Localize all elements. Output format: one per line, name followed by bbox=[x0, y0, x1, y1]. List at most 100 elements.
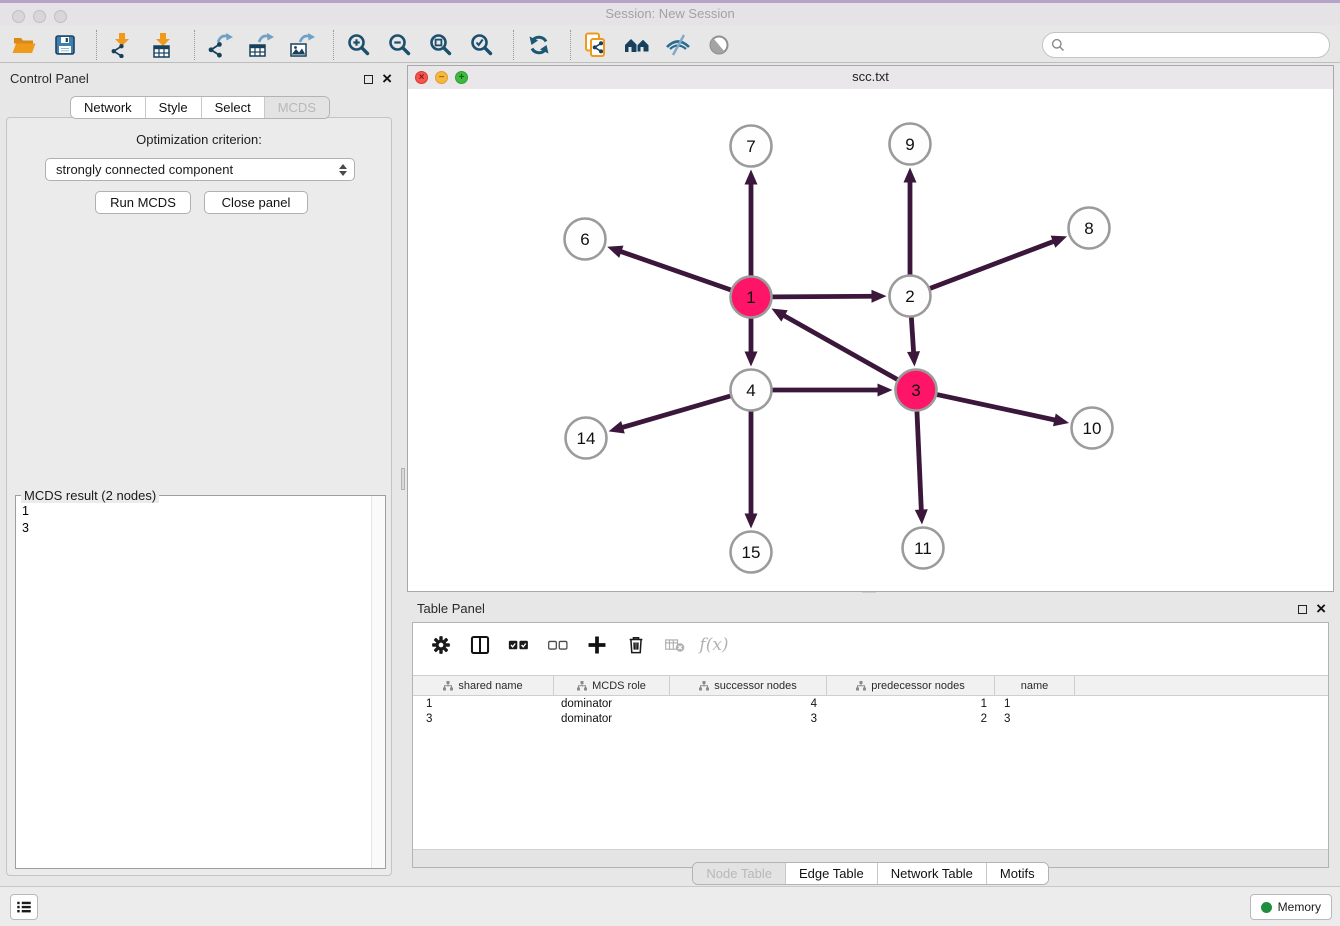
node-table: shared name MCDS role successor nodes pr… bbox=[413, 675, 1328, 727]
export-table-icon[interactable] bbox=[247, 31, 275, 59]
unselect-all-icon[interactable] bbox=[546, 633, 570, 657]
network-minimize-button[interactable]: − bbox=[435, 71, 448, 84]
cell-mcds-role[interactable]: dominator bbox=[554, 712, 670, 728]
memory-button[interactable]: Memory bbox=[1250, 894, 1332, 920]
cell-shared-name[interactable]: 3 bbox=[413, 712, 554, 728]
task-history-button[interactable] bbox=[10, 894, 38, 920]
column-header-successor-nodes[interactable]: successor nodes bbox=[670, 676, 827, 695]
delete-column-trash-icon[interactable] bbox=[624, 633, 648, 657]
import-table-icon[interactable] bbox=[149, 31, 177, 59]
mcds-result-line: 1 bbox=[22, 503, 366, 520]
graph-node-2[interactable]: 2 bbox=[890, 276, 931, 317]
column-header-name[interactable]: name bbox=[995, 676, 1075, 695]
table-panel-body: f(x) shared name MCDS role successor nod… bbox=[412, 622, 1329, 868]
vertical-splitter[interactable] bbox=[400, 65, 406, 886]
svg-text:6: 6 bbox=[580, 230, 589, 249]
cell-predecessor-nodes[interactable]: 1 bbox=[827, 696, 995, 712]
graph-edge-3-10[interactable] bbox=[937, 395, 1058, 421]
cell-mcds-role[interactable]: dominator bbox=[554, 696, 670, 712]
tab-edge-table[interactable]: Edge Table bbox=[785, 863, 877, 884]
mcds-result-list[interactable]: 1 3 bbox=[16, 499, 372, 868]
cell-successor-nodes[interactable]: 3 bbox=[670, 712, 827, 728]
graph-node-1[interactable]: 1 bbox=[731, 277, 772, 318]
tab-select[interactable]: Select bbox=[201, 97, 264, 118]
graph-node-6[interactable]: 6 bbox=[565, 219, 606, 260]
tab-node-table[interactable]: Node Table bbox=[693, 863, 785, 884]
graph-node-11[interactable]: 11 bbox=[903, 528, 944, 569]
graph-node-10[interactable]: 10 bbox=[1072, 408, 1113, 449]
graph-node-15[interactable]: 15 bbox=[731, 532, 772, 573]
edge-arrowhead bbox=[878, 384, 893, 397]
run-mcds-button[interactable]: Run MCDS bbox=[95, 191, 191, 214]
function-builder-icon[interactable]: f(x) bbox=[702, 633, 726, 657]
select-all-icon[interactable] bbox=[507, 633, 531, 657]
graph-node-3[interactable]: 3 bbox=[896, 370, 937, 411]
maximize-window-button[interactable] bbox=[54, 10, 67, 23]
network-close-button[interactable]: × bbox=[415, 71, 428, 84]
add-column-icon[interactable] bbox=[585, 633, 609, 657]
graph-node-4[interactable]: 4 bbox=[731, 370, 772, 411]
refresh-icon[interactable] bbox=[525, 31, 553, 59]
zoom-in-icon[interactable] bbox=[345, 31, 373, 59]
edge-arrowhead bbox=[915, 509, 928, 524]
graph-edge-1-2[interactable] bbox=[772, 296, 875, 297]
toolbar-separator bbox=[513, 30, 514, 60]
close-table-panel-icon[interactable]: × bbox=[1316, 603, 1326, 615]
tab-mcds[interactable]: MCDS bbox=[264, 97, 329, 118]
style-details-icon[interactable] bbox=[664, 31, 692, 59]
open-session-icon[interactable] bbox=[10, 31, 38, 59]
column-header-mcds-role[interactable]: MCDS role bbox=[554, 676, 670, 695]
network-maximize-button[interactable]: + bbox=[455, 71, 468, 84]
table-row[interactable]: 1 dominator 4 1 1 bbox=[413, 696, 1328, 712]
column-header-predecessor-nodes[interactable]: predecessor nodes bbox=[827, 676, 995, 695]
result-scrollbar[interactable] bbox=[371, 496, 385, 868]
cell-name[interactable]: 3 bbox=[995, 712, 1075, 728]
graph-edge-4-14[interactable] bbox=[619, 396, 730, 428]
table-options-gear-icon[interactable] bbox=[429, 633, 453, 657]
close-panel-icon[interactable]: × bbox=[382, 73, 392, 85]
save-session-icon[interactable] bbox=[51, 31, 79, 59]
cell-successor-nodes[interactable]: 4 bbox=[670, 696, 827, 712]
import-network-icon[interactable] bbox=[108, 31, 136, 59]
mcds-panel: Optimization criterion: strongly connect… bbox=[6, 117, 392, 876]
cell-predecessor-nodes[interactable]: 2 bbox=[827, 712, 995, 728]
column-header-shared-name[interactable]: shared name bbox=[413, 676, 554, 695]
network-canvas[interactable]: 7 9 6 8 1 2 4 3 14 10 15 11 bbox=[408, 89, 1333, 591]
zoom-selected-icon[interactable] bbox=[468, 31, 496, 59]
export-network-icon[interactable] bbox=[206, 31, 234, 59]
graph-node-9[interactable]: 9 bbox=[890, 124, 931, 165]
graph-edge-2-3[interactable] bbox=[911, 317, 913, 355]
tab-network-table[interactable]: Network Table bbox=[877, 863, 986, 884]
delete-table-icon[interactable] bbox=[663, 633, 687, 657]
graph-edge-3-11[interactable] bbox=[917, 411, 922, 513]
float-panel-icon[interactable] bbox=[364, 75, 373, 84]
tab-style[interactable]: Style bbox=[145, 97, 201, 118]
minimize-window-button[interactable] bbox=[33, 10, 46, 23]
cell-shared-name[interactable]: 1 bbox=[413, 696, 554, 712]
float-table-panel-icon[interactable] bbox=[1298, 605, 1307, 614]
show-column-icon[interactable] bbox=[468, 633, 492, 657]
graph-node-8[interactable]: 8 bbox=[1069, 208, 1110, 249]
splitter-grip[interactable] bbox=[401, 468, 405, 490]
graph-edge-2-8[interactable] bbox=[930, 240, 1057, 288]
close-panel-button[interactable]: Close panel bbox=[204, 191, 308, 214]
export-image-icon[interactable] bbox=[288, 31, 316, 59]
graph-node-14[interactable]: 14 bbox=[566, 418, 607, 459]
close-window-button[interactable] bbox=[12, 10, 25, 23]
first-neighbors-icon[interactable] bbox=[623, 31, 651, 59]
search-input[interactable] bbox=[1071, 37, 1321, 54]
network-graph-svg: 7 9 6 8 1 2 4 3 14 10 15 11 bbox=[408, 89, 1333, 591]
tab-network[interactable]: Network bbox=[71, 97, 145, 118]
zoom-out-icon[interactable] bbox=[386, 31, 414, 59]
cell-name[interactable]: 1 bbox=[995, 696, 1075, 712]
fit-content-icon[interactable] bbox=[427, 31, 455, 59]
toolbar-separator bbox=[96, 30, 97, 60]
table-row[interactable]: 3 dominator 3 2 3 bbox=[413, 712, 1328, 728]
graph-edge-3-1[interactable] bbox=[781, 314, 897, 380]
hide-details-eye-icon[interactable] bbox=[705, 31, 733, 59]
new-network-from-selection-icon[interactable] bbox=[582, 31, 610, 59]
optimization-select[interactable]: strongly connected component bbox=[45, 158, 355, 181]
graph-edge-1-6[interactable] bbox=[618, 250, 731, 290]
tab-motifs[interactable]: Motifs bbox=[986, 863, 1048, 884]
graph-node-7[interactable]: 7 bbox=[731, 126, 772, 167]
